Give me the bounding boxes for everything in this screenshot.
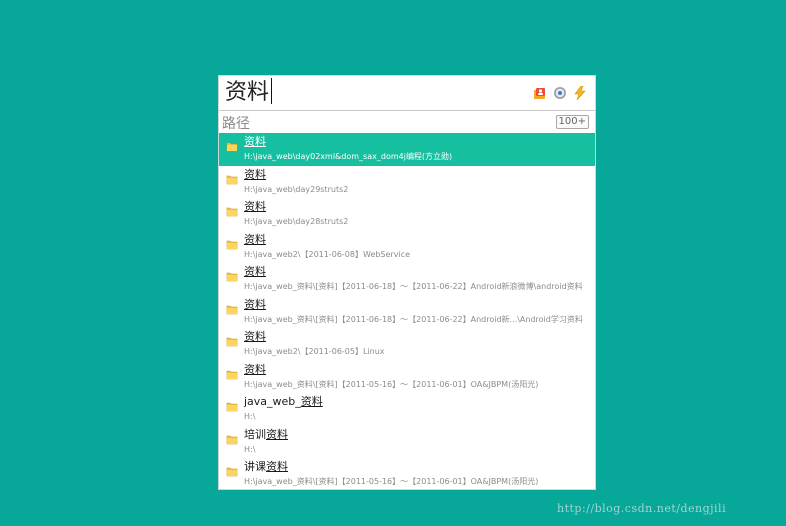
result-path: H:\ (244, 412, 256, 421)
result-title-match: 资料 (244, 330, 266, 343)
folder-icon (226, 397, 238, 412)
result-title-prefix: 讲课 (244, 460, 266, 473)
result-item[interactable]: 资料 H:\java_web_资料\[资料]【2011-06-18】～【2011-… (219, 296, 595, 329)
result-title-match: 资料 (300, 395, 323, 408)
folder-icon (226, 170, 238, 184)
toolbar-icons (533, 85, 587, 101)
result-item[interactable]: 资料 H:\java_web_资料\[资料]【2011-05-16】～【2011-… (219, 361, 595, 394)
result-title-match: 资料 (244, 232, 266, 246)
folder-icon (226, 202, 238, 217)
result-path: H:\java_web_资料\[资料]【2011-05-16】～【2011-06… (244, 477, 539, 486)
result-title: 资料 (244, 200, 266, 214)
result-title-prefix: java_web_ (244, 395, 301, 408)
result-path: H:\java_web2\【2011-06-05】Linux (244, 347, 385, 356)
result-path: H:\java_web\day02xml&dom_sax_dom4j编程(方立勋… (244, 152, 453, 161)
search-bar[interactable]: 资料 (219, 76, 595, 110)
watermark: http://blog.csdn.net/dengjili (557, 502, 727, 515)
result-title-match: 资料 (266, 460, 288, 473)
result-title: 培训资料 (244, 428, 288, 442)
settings-icon[interactable] (553, 85, 567, 99)
folder-icon (226, 365, 238, 379)
folder-icon (226, 300, 238, 314)
text-caret (271, 78, 273, 104)
folder-icon (226, 332, 238, 347)
result-item[interactable]: 资料 H:\java_web\day28struts2 (219, 198, 595, 231)
result-title: 资料 (244, 168, 266, 182)
result-title: 资料 (244, 265, 266, 279)
result-title-match: 资料 (244, 200, 266, 213)
result-title: 资料 (244, 233, 266, 247)
result-item[interactable]: 资料 H:\java_web2\【2011-06-08】WebService (219, 231, 595, 264)
search-input[interactable]: 资料 (225, 78, 273, 108)
result-item[interactable]: 资料 H:\java_web\day29struts2 (219, 166, 595, 199)
result-path: H:\ (244, 444, 256, 454)
folder-icon (226, 267, 238, 282)
result-title: 资料 (244, 135, 266, 149)
result-path: H:\java_web_资料\[资料]【2011-06-18】～【2011-06… (244, 282, 583, 291)
result-title-match: 资料 (244, 362, 266, 376)
result-title-match: 资料 (244, 167, 266, 181)
result-path: H:\java_web2\【2011-06-08】WebService (244, 249, 410, 259)
result-title: java_web_资料 (244, 395, 323, 409)
result-path: H:\java_web_资料\[资料]【2011-05-16】～【2011-06… (244, 379, 539, 389)
result-title: 资料 (244, 330, 266, 344)
result-title: 资料 (244, 363, 266, 377)
folder-icon (226, 137, 238, 152)
result-item[interactable]: java_web_资料 H:\ (219, 393, 595, 426)
result-path: H:\java_web\day29struts2 (244, 184, 349, 194)
path-column-label: 路径 (222, 116, 250, 132)
result-path: H:\java_web_资料\[资料]【2011-06-18】～【2011-06… (244, 314, 583, 324)
result-title-match: 资料 (244, 265, 266, 278)
contacts-icon[interactable] (533, 85, 547, 99)
result-title: 资料 (244, 298, 266, 312)
folder-icon (226, 235, 238, 249)
result-list: 资料 H:\java_web\day02xml&dom_sax_dom4j编程(方… (219, 133, 595, 491)
result-title-prefix: 培训 (244, 427, 266, 441)
path-row: 路径 100+ (219, 111, 595, 133)
result-item[interactable]: 资料 H:\java_web2\【2011-06-05】Linux (219, 328, 595, 361)
result-title-match: 资料 (266, 427, 288, 441)
search-panel: 资料 路径 100+ 资料 H:\java_web\day02xml&dom_s… (218, 75, 596, 490)
result-item[interactable]: 资料 H:\java_web_资料\[资料]【2011-06-18】～【2011-… (219, 263, 595, 296)
result-title: 讲课资料 (244, 460, 288, 474)
result-item[interactable]: 培训资料 H:\ (219, 426, 595, 459)
folder-icon (226, 462, 238, 477)
result-path: H:\java_web\day28struts2 (244, 217, 349, 226)
result-item[interactable]: 资料 H:\java_web\day02xml&dom_sax_dom4j编程(方… (219, 133, 595, 166)
folder-icon (226, 430, 238, 444)
result-item[interactable]: 讲课资料 H:\java_web_资料\[资料]【2011-05-16】～【201… (219, 458, 595, 491)
result-count-badge: 100+ (555, 115, 589, 129)
lightning-icon[interactable] (573, 85, 587, 101)
result-title-match: 资料 (244, 297, 266, 311)
result-title-match: 资料 (244, 135, 266, 148)
